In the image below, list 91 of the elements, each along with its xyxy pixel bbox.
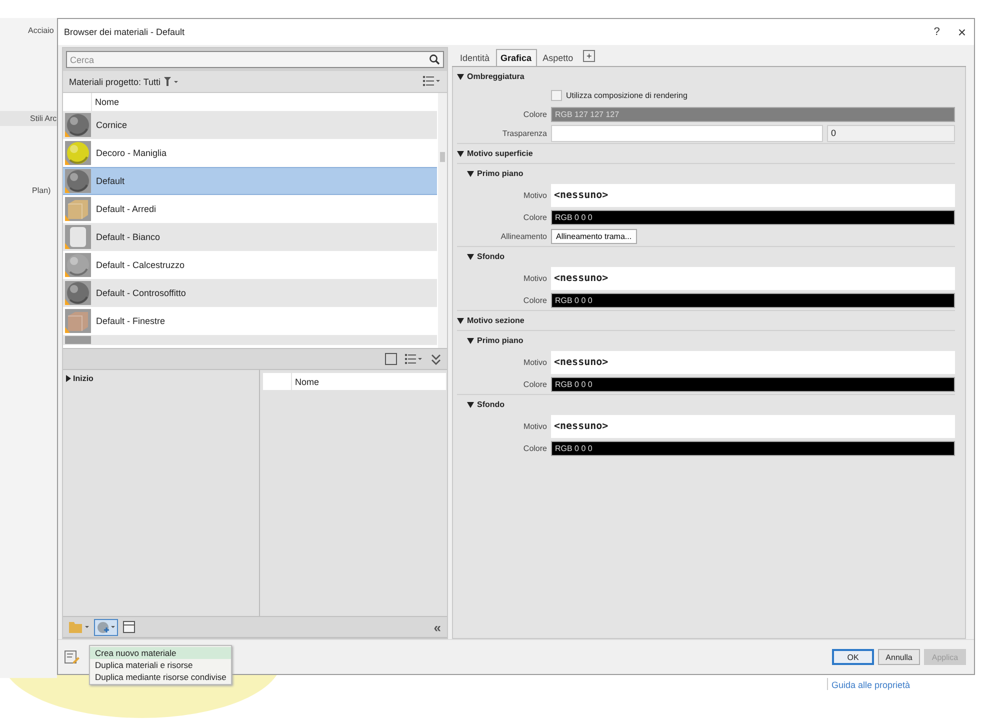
property-label: Allineamento <box>500 232 547 241</box>
property-label: Colore <box>522 444 547 453</box>
add-material-icon[interactable] <box>94 618 118 636</box>
property-label: Motivo <box>522 191 547 200</box>
edit-icon[interactable] <box>64 650 80 664</box>
group-header[interactable]: Sfondo <box>457 246 955 266</box>
caret-icon <box>457 318 464 324</box>
material-name: Cornice <box>96 120 128 130</box>
view-label: Plan) <box>31 186 52 195</box>
filter-label[interactable]: Materiali progetto: Tutti <box>69 76 161 86</box>
material-name: Decoro - Maniglia <box>96 148 167 158</box>
panel-icon[interactable] <box>385 353 397 365</box>
list-view-icon[interactable] <box>405 354 423 364</box>
pattern-field[interactable]: <nessuno> <box>551 184 955 207</box>
material-name: Default <box>96 176 125 186</box>
column-header[interactable]: Nome <box>292 376 320 386</box>
ribbon-label: Acciaio <box>27 26 55 35</box>
property-label: Motivo <box>522 422 547 431</box>
material-swatch-icon <box>65 309 91 333</box>
tree-item[interactable]: Inizio <box>66 374 256 383</box>
material-swatch-icon <box>65 253 91 277</box>
collapse-button[interactable]: « <box>434 620 441 634</box>
column-header[interactable]: Nome <box>92 97 120 107</box>
material-row[interactable]: Default <box>63 167 437 195</box>
section-header[interactable]: Motivo sezione <box>457 310 955 330</box>
tab[interactable]: Grafica <box>496 49 537 66</box>
panel-icon[interactable] <box>123 621 135 633</box>
checkbox[interactable] <box>551 90 562 101</box>
caret-icon <box>467 402 474 408</box>
material-swatch-icon <box>65 141 91 165</box>
dialog-button[interactable]: Annulla <box>878 649 920 665</box>
group-header[interactable]: Sfondo <box>457 394 955 414</box>
dialog-button[interactable]: OK <box>832 649 874 665</box>
add-tab-button[interactable]: + <box>583 50 596 62</box>
caret-icon <box>467 254 474 260</box>
material-row[interactable]: Cornice <box>63 111 437 139</box>
caret-icon <box>467 338 474 344</box>
material-name: Default - Bianco <box>96 232 160 242</box>
property-label: Colore <box>522 110 547 119</box>
material-row[interactable]: Default - Bianco <box>63 223 437 251</box>
section-header[interactable]: Motivo superficie <box>457 143 955 163</box>
color-swatch[interactable]: RGB 0 0 0 <box>551 293 955 308</box>
material-swatch-icon <box>65 197 91 221</box>
filter-icon[interactable] <box>164 77 178 86</box>
tab[interactable]: Identità <box>456 50 494 66</box>
material-name: Default - Controsoffitto <box>96 288 186 298</box>
property-label: Colore <box>522 296 547 305</box>
group-header[interactable]: Primo piano <box>457 163 955 183</box>
material-name: Default - Calcestruzzo <box>96 260 185 270</box>
material-name: Default - Finestre <box>96 316 166 326</box>
help-button[interactable]: ? <box>934 26 940 38</box>
caret-icon <box>457 74 464 80</box>
property-label: Motivo <box>522 274 547 283</box>
tab[interactable]: Aspetto <box>538 50 578 66</box>
search-field[interactable]: Cerca <box>66 51 444 68</box>
property-label: Colore <box>522 380 547 389</box>
window-title: Browser dei materiali - Default <box>64 27 186 37</box>
property-label: Motivo <box>522 358 547 367</box>
color-swatch[interactable]: RGB 0 0 0 <box>551 377 955 392</box>
pattern-field[interactable]: <nessuno> <box>551 351 955 374</box>
material-row[interactable]: Default - Controsoffitto <box>63 279 437 307</box>
color-swatch[interactable]: RGB 0 0 0 <box>551 210 955 225</box>
close-button[interactable]: × <box>958 24 966 40</box>
help-link[interactable]: Guida alle proprietà <box>827 678 910 690</box>
caret-icon <box>66 375 72 382</box>
material-swatch-icon <box>65 336 91 344</box>
material-name: Default - Arredi <box>96 204 156 214</box>
material-swatch-icon <box>65 169 91 193</box>
group-header[interactable]: Primo piano <box>457 330 955 350</box>
pattern-field[interactable]: <nessuno> <box>551 267 955 290</box>
caret-icon <box>467 170 474 176</box>
value-field[interactable]: 0 <box>827 125 955 142</box>
align-button[interactable]: Allineamento trama... <box>551 229 637 244</box>
menu-item[interactable]: Duplica materiali e risorse <box>90 659 232 671</box>
material-swatch-icon <box>65 113 91 137</box>
slider[interactable] <box>551 125 823 142</box>
color-swatch[interactable]: RGB 0 0 0 <box>551 441 955 456</box>
search-icon <box>429 54 440 65</box>
property-label: Colore <box>522 213 547 222</box>
expand-icon[interactable] <box>431 354 441 364</box>
list-view-icon[interactable] <box>423 76 441 87</box>
section-header[interactable]: Ombreggiatura <box>457 67 955 86</box>
menu-item[interactable]: Duplica mediante risorse condivise <box>90 671 232 683</box>
checkbox-label: Utilizza composizione di rendering <box>566 91 688 100</box>
scrollbar[interactable] <box>438 93 447 348</box>
pattern-field[interactable]: <nessuno> <box>551 415 955 438</box>
caret-icon <box>457 150 464 156</box>
property-label: Trasparenza <box>501 129 547 138</box>
material-swatch-icon <box>65 225 91 249</box>
menu-item[interactable]: Crea nuovo materiale <box>90 647 232 659</box>
material-swatch-icon <box>65 281 91 305</box>
